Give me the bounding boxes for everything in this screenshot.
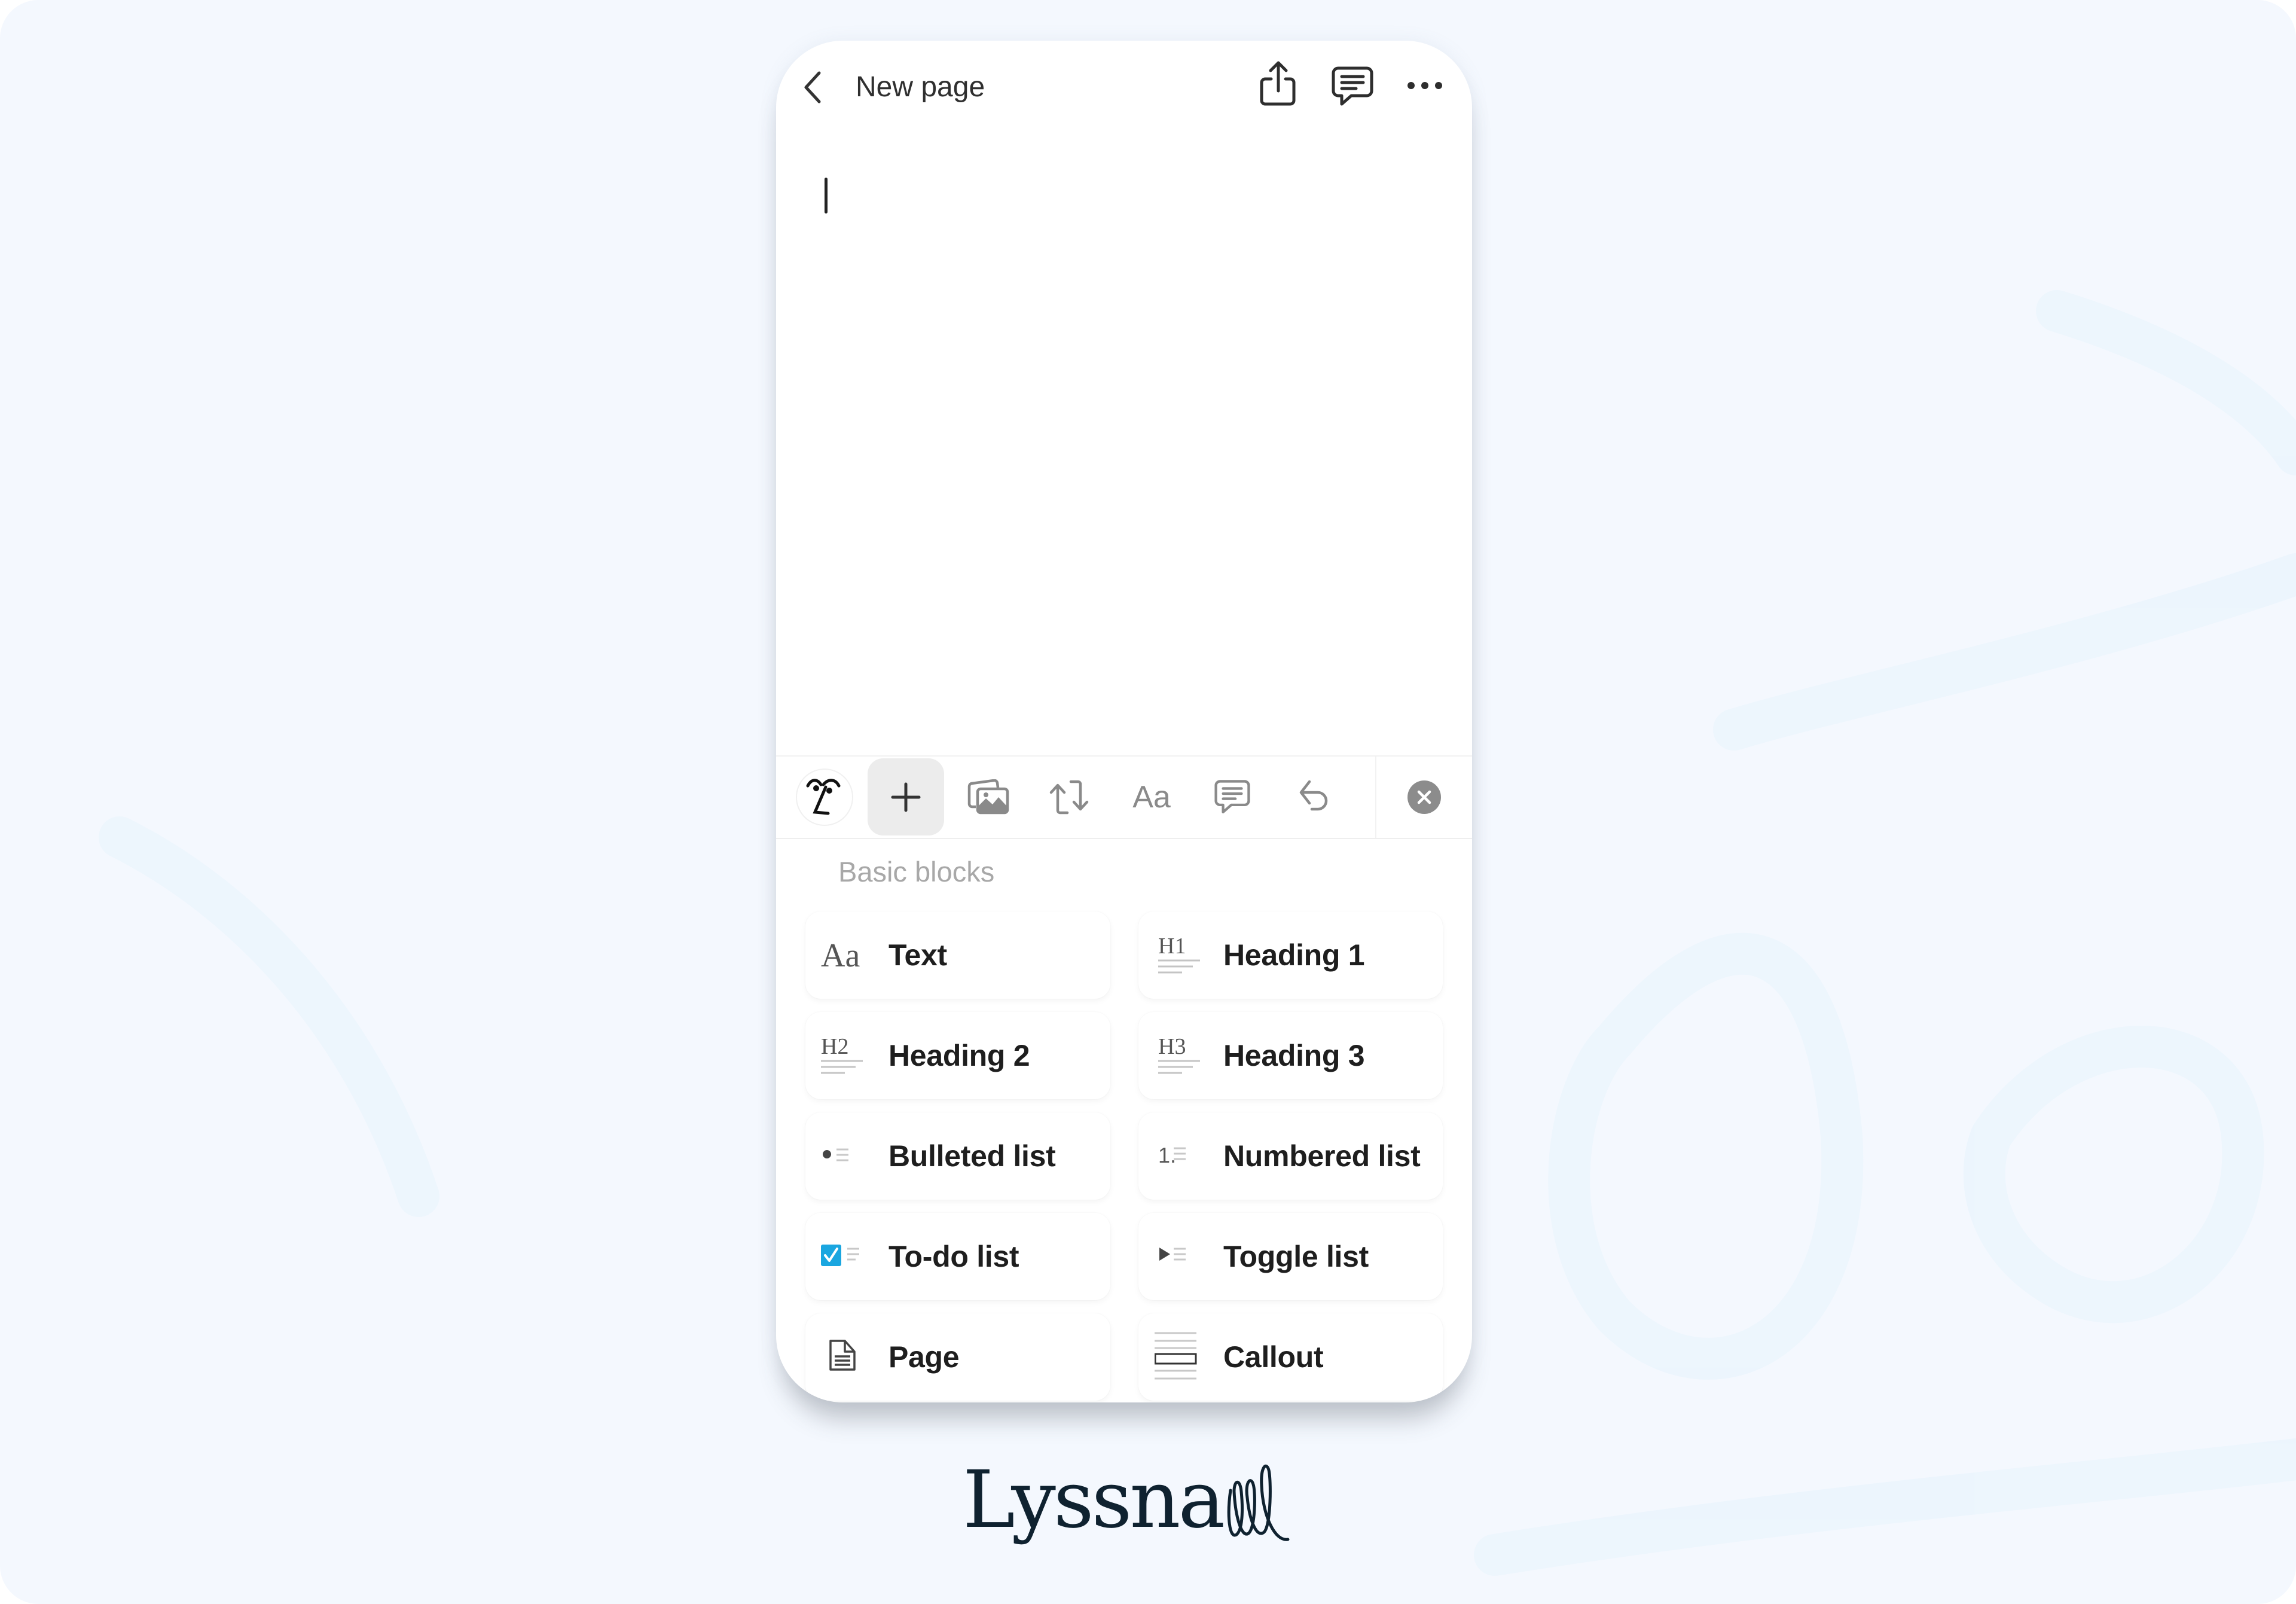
back-button[interactable] (801, 71, 825, 104)
callout-icon (1154, 1331, 1198, 1380)
add-block-button[interactable] (868, 758, 944, 835)
block-option-label: Heading 3 (1223, 1039, 1365, 1072)
turn-into-button[interactable] (1049, 757, 1089, 838)
heading-3-icon: H3 (1158, 1033, 1201, 1077)
text-aa-icon: Aa (821, 937, 860, 974)
block-option-label: Text (889, 938, 947, 972)
text-cursor (825, 178, 828, 214)
top-navigation-bar: New page (776, 41, 1472, 136)
more-options-button[interactable] (1405, 77, 1447, 94)
image-icon (967, 779, 1009, 815)
block-option-heading-1[interactable]: H1 Heading 1 (1138, 911, 1443, 999)
block-option-text[interactable]: Aa Text (805, 911, 1110, 999)
chevron-left-icon (804, 71, 821, 103)
undo-button[interactable] (1294, 757, 1334, 838)
plus-icon (891, 782, 921, 812)
heading-2-icon: H2 (821, 1033, 864, 1077)
block-option-label: Numbered list (1223, 1139, 1421, 1173)
todo-checkbox-icon (821, 1234, 864, 1277)
heading-1-icon: H1 (1158, 933, 1201, 976)
logo-wordmark: Lyssna (963, 1454, 1225, 1546)
block-option-label: Heading 1 (1223, 938, 1365, 972)
lyssna-logo: Lyssna (957, 1447, 1292, 1555)
text-style-icon: Aa (1132, 780, 1171, 815)
page-document-icon (829, 1335, 872, 1378)
ellipsis-icon (1407, 82, 1442, 89)
share-button[interactable] (1259, 61, 1299, 108)
block-option-bulleted-list[interactable]: Bulleted list (805, 1112, 1110, 1200)
text-style-button[interactable]: Aa (1130, 757, 1173, 838)
page-background: New page Aa Basic blocks Aa Text H1 Head… (0, 0, 2296, 1604)
editor-toolbar: Aa (776, 755, 1472, 839)
comment-button[interactable] (1211, 757, 1253, 838)
block-option-todo-list[interactable]: To-do list (805, 1213, 1110, 1300)
share-icon (1260, 61, 1296, 106)
toolbar-divider (1375, 757, 1376, 838)
media-button[interactable] (967, 757, 1009, 838)
comment-icon (1214, 780, 1250, 813)
block-option-label: Bulleted list (889, 1139, 1056, 1173)
toggle-triangle-icon (1158, 1234, 1201, 1277)
block-option-callout[interactable]: Callout (1138, 1313, 1443, 1401)
ai-face-icon (806, 779, 841, 815)
block-option-label: Toggle list (1223, 1240, 1369, 1273)
numbered-list-icon: 1. (1158, 1134, 1201, 1177)
bulleted-list-icon (821, 1134, 864, 1177)
close-toolbar-button[interactable] (1407, 780, 1441, 814)
section-title-basic-blocks: Basic blocks (838, 856, 995, 888)
block-option-label: To-do list (889, 1240, 1019, 1273)
ai-assistant-button[interactable] (796, 769, 853, 826)
comments-button[interactable] (1331, 66, 1374, 108)
close-icon (1417, 790, 1431, 804)
undo-icon (1299, 780, 1328, 811)
block-option-heading-3[interactable]: H3 Heading 3 (1138, 1012, 1443, 1099)
logo-squiggle-icon (1227, 1465, 1290, 1541)
block-option-toggle-list[interactable]: Toggle list (1138, 1213, 1443, 1300)
phone-screen: New page Aa Basic blocks Aa Text H1 Head… (776, 41, 1472, 1402)
block-option-heading-2[interactable]: H2 Heading 2 (805, 1012, 1110, 1099)
page-title: New page (856, 71, 985, 103)
block-option-numbered-list[interactable]: 1. Numbered list (1138, 1112, 1443, 1200)
turn-into-icon (1049, 780, 1089, 815)
comment-icon (1332, 66, 1373, 106)
block-option-label: Callout (1223, 1340, 1324, 1374)
block-option-page[interactable]: Page (805, 1313, 1110, 1401)
block-option-label: Page (889, 1340, 960, 1374)
editor-area[interactable] (776, 136, 1472, 755)
block-option-label: Heading 2 (889, 1039, 1030, 1072)
